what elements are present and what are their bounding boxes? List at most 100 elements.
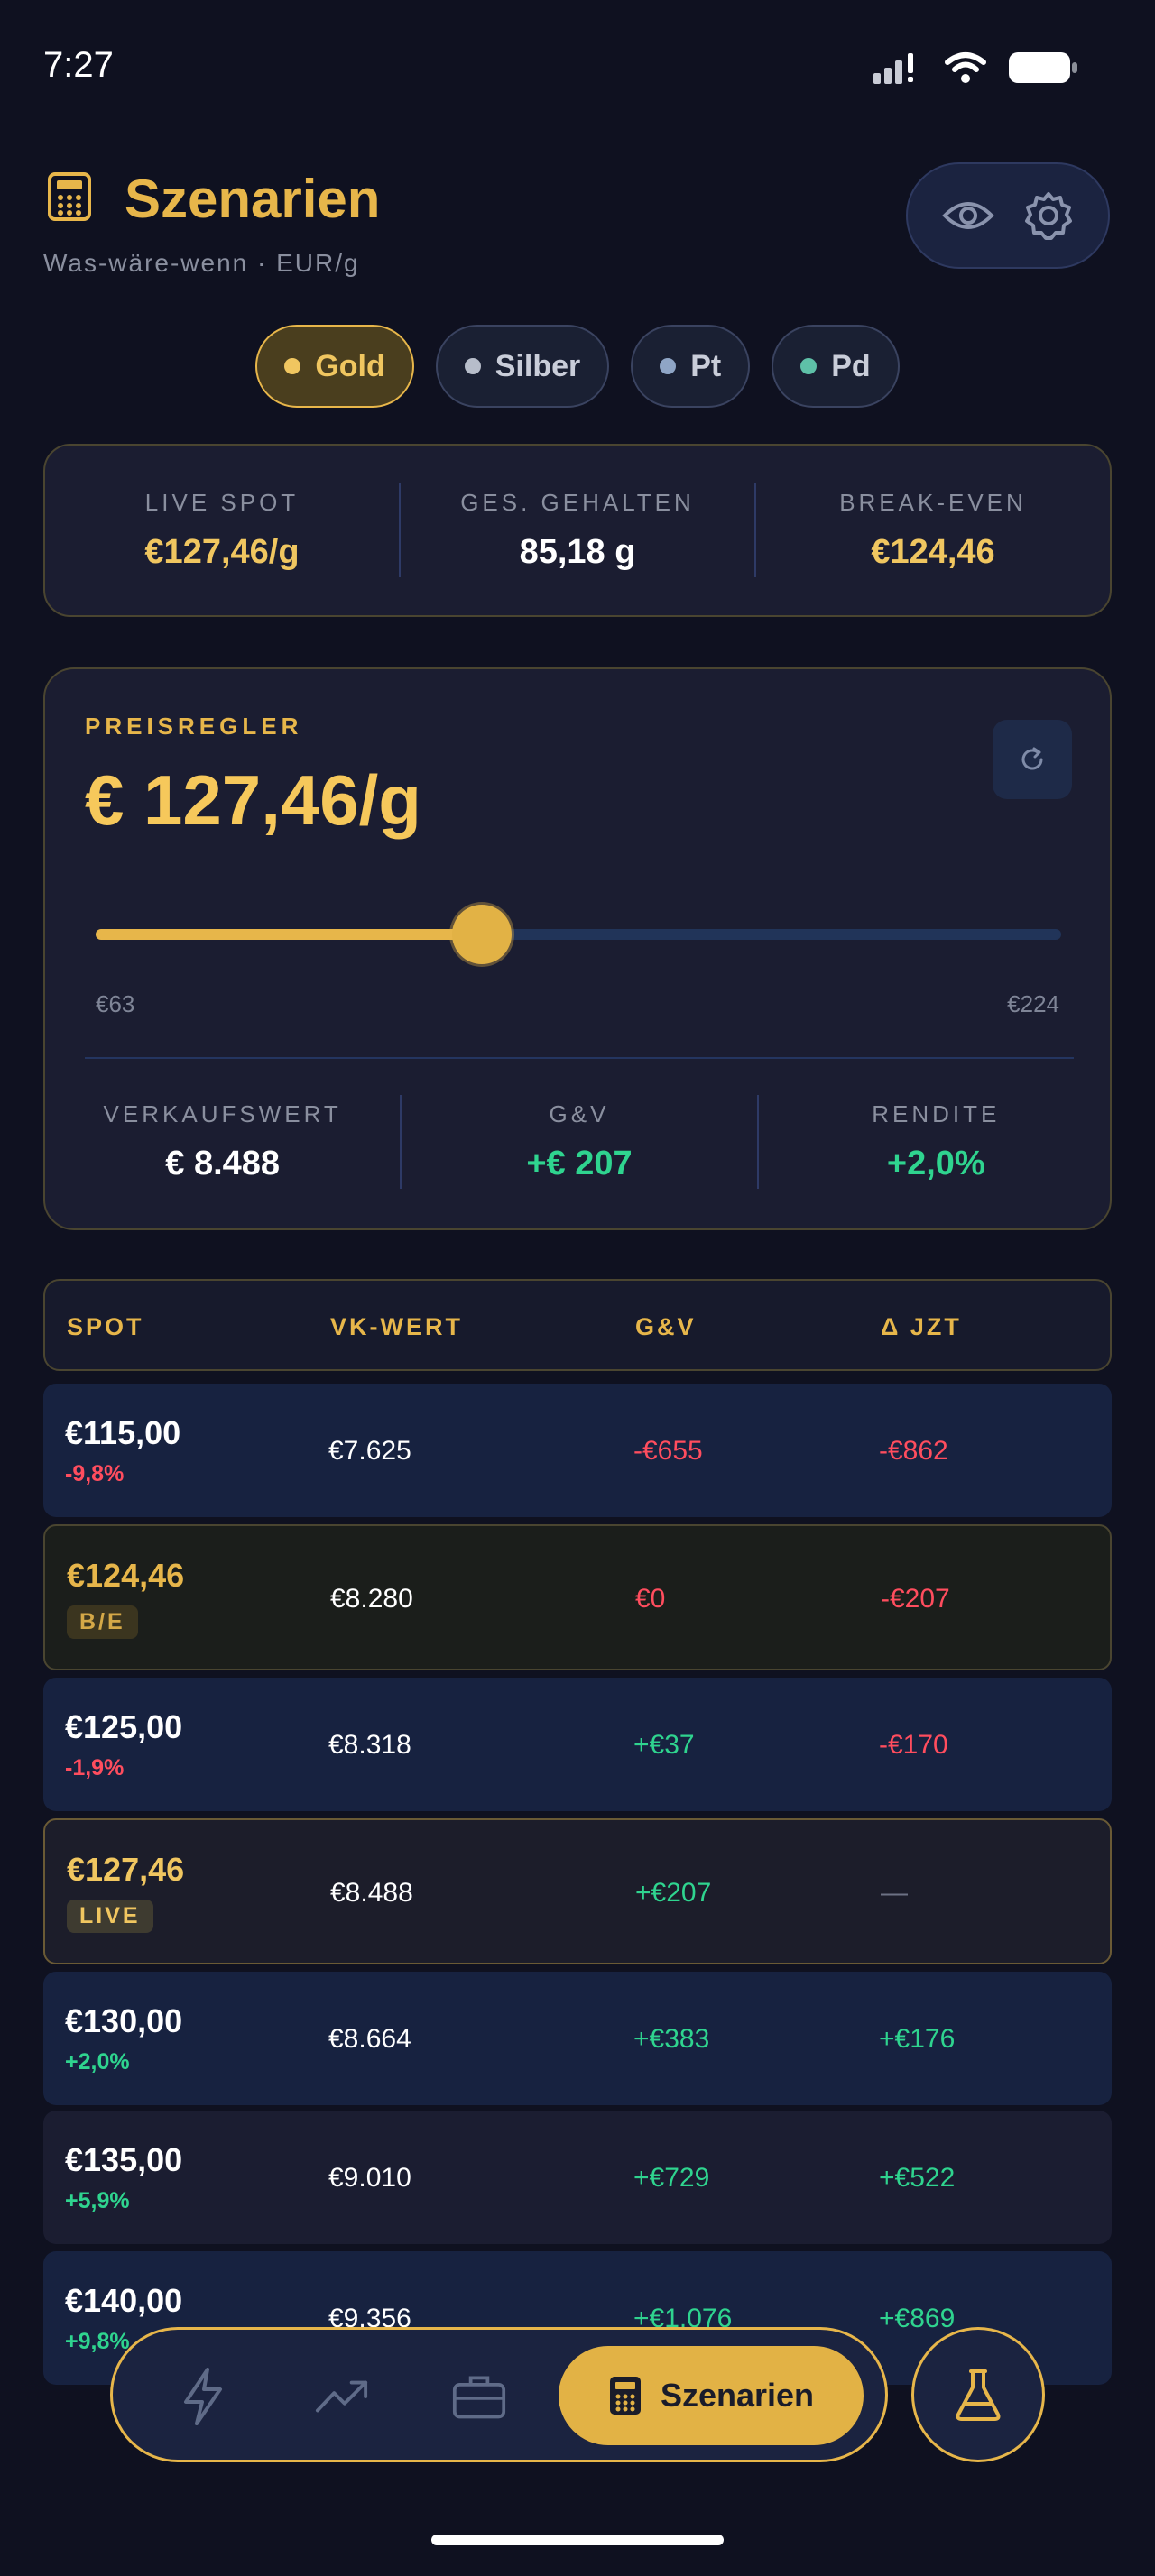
row-jzt: -€862 xyxy=(879,1436,948,1466)
row-change: -1,9% xyxy=(65,1755,125,1780)
header-actions xyxy=(906,162,1110,269)
row-vk: €8.318 xyxy=(328,1730,411,1760)
stat-label: LIVE SPOT xyxy=(144,489,300,516)
row-gv: €0 xyxy=(635,1584,666,1614)
bolt-icon xyxy=(184,2368,222,2425)
row-spot: €130,00 xyxy=(65,2002,183,2039)
refresh-icon xyxy=(1021,747,1043,770)
chip-label: Silber xyxy=(494,348,581,383)
slider-min-label: €63 xyxy=(96,990,135,1017)
trending-icon xyxy=(315,2380,368,2413)
wifi-icon xyxy=(945,52,986,83)
row-vk: €7.625 xyxy=(328,1436,411,1466)
stat-label: RENDITE xyxy=(872,1100,1001,1127)
platinum-dot-icon xyxy=(660,358,677,374)
break-even-badge: B/E xyxy=(67,1605,138,1639)
nav-trends-button[interactable] xyxy=(315,2369,369,2424)
nav-live-button[interactable] xyxy=(176,2368,230,2425)
reset-button[interactable] xyxy=(993,720,1072,799)
pl-stat: G&V +€ 207 xyxy=(402,1100,756,1183)
scenario-metrics: VERKAUFSWERT € 8.488 G&V +€ 207 RENDITE … xyxy=(45,1095,1113,1189)
row-jzt: +€869 xyxy=(879,2304,956,2333)
live-badge: LIVE xyxy=(67,1900,153,1933)
chip-label: Pd xyxy=(831,348,871,383)
row-spot: €140,00 xyxy=(65,2282,183,2319)
stat-value: +2,0% xyxy=(886,1145,985,1182)
slider-price: € 127,46/g xyxy=(85,760,421,840)
eye-icon[interactable] xyxy=(942,198,994,234)
divider xyxy=(85,1057,1074,1059)
stat-value: +€ 207 xyxy=(526,1145,633,1182)
nav-portfolio-button[interactable] xyxy=(452,2369,506,2424)
table-row-break-even[interactable]: €124,46 B/E €8.280 €0 -€207 xyxy=(43,1524,1112,1670)
bottom-nav: Szenarien xyxy=(110,2327,888,2462)
signal-icon xyxy=(873,53,913,84)
row-vk: €8.280 xyxy=(330,1584,413,1614)
row-change: -9,8% xyxy=(65,1461,125,1486)
row-spot: €135,00 xyxy=(65,2141,183,2178)
stat-label: VERKAUFSWERT xyxy=(103,1100,342,1127)
scenario-table-header: SPOT VK-WERT G&V Δ JZT xyxy=(43,1279,1112,1371)
page-subtitle: Was-wäre-wenn · EUR/g xyxy=(43,249,360,277)
table-row[interactable]: €130,00 +2,0% €8.664 +€383 +€176 xyxy=(43,1972,1112,2105)
summary-card: LIVE SPOT €127,46/g GES. GEHALTEN 85,18 … xyxy=(43,444,1112,617)
row-gv: +€729 xyxy=(633,2163,710,2193)
stat-value: 85,18 g xyxy=(519,533,636,571)
page-title: Szenarien xyxy=(125,169,381,229)
row-spot: €127,46 xyxy=(67,1851,185,1888)
row-gv: -€655 xyxy=(633,1436,703,1466)
price-slider-card: PREISREGLER € 127,46/g €63 €224 VERKAUFS… xyxy=(43,667,1112,1230)
table-row[interactable]: €135,00 +5,9% €9.010 +€729 +€522 xyxy=(43,2111,1112,2244)
row-jzt: — xyxy=(881,1878,908,1908)
table-row-live[interactable]: €127,46 LIVE €8.488 +€207 — xyxy=(43,1818,1112,1964)
slider-fill xyxy=(96,929,475,940)
chip-pd[interactable]: Pd xyxy=(772,325,900,408)
home-indicator xyxy=(431,2535,724,2545)
row-vk: €8.488 xyxy=(330,1878,413,1908)
palladium-dot-icon xyxy=(800,358,818,374)
column-header-spot: SPOT xyxy=(67,1313,144,1340)
slider-thumb[interactable] xyxy=(452,905,512,964)
battery-icon xyxy=(1009,52,1077,83)
row-gv: +€383 xyxy=(633,2024,710,2054)
stat-value: €127,46/g xyxy=(144,533,300,571)
row-vk: €8.664 xyxy=(328,2024,411,2054)
chip-silber[interactable]: Silber xyxy=(435,325,610,408)
metal-selector: Gold Silber Pt Pd xyxy=(0,325,1155,408)
row-spot: €124,46 xyxy=(67,1557,185,1594)
row-jzt: -€170 xyxy=(879,1730,948,1760)
nav-scenarios-button[interactable]: Szenarien xyxy=(559,2346,864,2445)
silver-dot-icon xyxy=(464,358,481,374)
status-time: 7:27 xyxy=(43,45,114,85)
calculator-icon xyxy=(609,2377,641,2415)
sale-value-stat: VERKAUFSWERT € 8.488 xyxy=(45,1100,400,1183)
chip-pt[interactable]: Pt xyxy=(631,325,751,408)
lab-button[interactable] xyxy=(911,2327,1045,2462)
table-row[interactable]: €125,00 -1,9% €8.318 +€37 -€170 xyxy=(43,1678,1112,1811)
row-change: +5,9% xyxy=(65,2188,130,2213)
flask-icon xyxy=(956,2369,1001,2421)
calculator-icon xyxy=(48,172,91,221)
row-spot: €115,00 xyxy=(65,1414,181,1451)
column-header-vk: VK-WERT xyxy=(330,1313,463,1340)
stat-value: €124,46 xyxy=(871,533,995,571)
row-jzt: +€176 xyxy=(879,2024,956,2054)
live-spot-stat: LIVE SPOT €127,46/g xyxy=(45,489,399,572)
column-header-gv: G&V xyxy=(635,1313,697,1340)
chip-gold[interactable]: Gold xyxy=(255,325,414,408)
row-spot: €125,00 xyxy=(65,1708,183,1745)
row-jzt: +€522 xyxy=(879,2163,956,2193)
stat-value: € 8.488 xyxy=(165,1145,281,1182)
row-jzt: -€207 xyxy=(881,1584,950,1614)
gear-icon[interactable] xyxy=(1023,190,1074,241)
chip-label: Gold xyxy=(315,348,385,383)
chip-label: Pt xyxy=(690,348,722,383)
gold-dot-icon xyxy=(284,358,301,374)
column-header-jzt: Δ JZT xyxy=(881,1313,962,1340)
row-gv: +€207 xyxy=(635,1878,712,1908)
stat-label: BREAK-EVEN xyxy=(839,489,1027,516)
stat-label: G&V xyxy=(549,1100,610,1127)
table-row[interactable]: €115,00 -9,8% €7.625 -€655 -€862 xyxy=(43,1384,1112,1517)
row-change: +2,0% xyxy=(65,2049,130,2075)
stat-label: GES. GEHALTEN xyxy=(460,489,695,516)
